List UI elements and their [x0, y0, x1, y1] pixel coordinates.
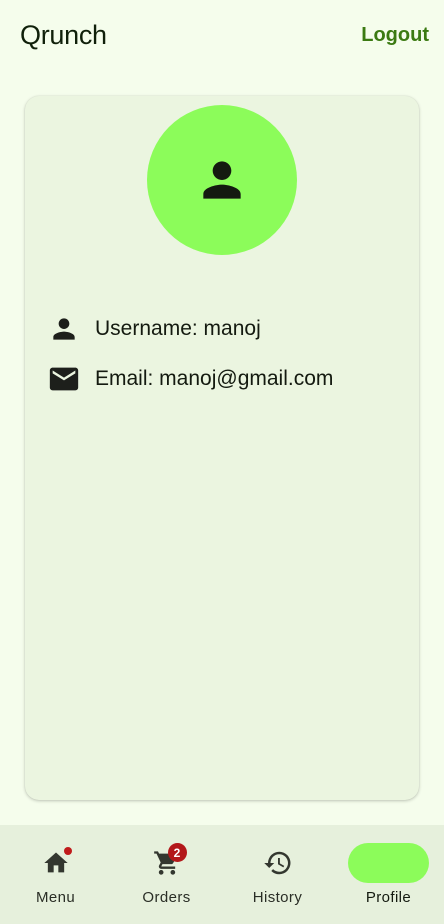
- email-row: Email: manoj@gmail.com: [46, 361, 333, 397]
- person-icon: [46, 311, 82, 347]
- nav-label-orders: Orders: [142, 889, 191, 906]
- username-text: Username: manoj: [95, 317, 261, 340]
- orders-count-badge: 2: [167, 843, 187, 862]
- nav-item-history[interactable]: History: [222, 825, 333, 924]
- app-bar: Qrunch Logout: [0, 0, 444, 70]
- username-row: Username: manoj: [46, 311, 261, 347]
- profile-card: Username: manoj Email: manoj@gmail.com: [25, 96, 419, 800]
- history-icon: [263, 851, 290, 875]
- nav-item-menu[interactable]: Menu: [0, 825, 111, 924]
- nav-label-history: History: [252, 889, 303, 906]
- app-root: Qrunch Logout Username: manoj Email: man…: [0, 0, 444, 924]
- person-icon: [203, 161, 241, 199]
- avatar: [147, 105, 297, 255]
- active-nav-indicator: [348, 843, 429, 883]
- mail-icon: [46, 361, 82, 397]
- nav-item-orders[interactable]: 2 Orders: [111, 825, 222, 924]
- nav-label-menu: Menu: [35, 889, 76, 906]
- nav-label-profile: Profile: [365, 889, 412, 906]
- logout-button[interactable]: Logout: [355, 18, 429, 53]
- notification-dot: [63, 847, 72, 855]
- app-title: Qrunch: [20, 19, 107, 50]
- email-text: Email: manoj@gmail.com: [95, 367, 334, 390]
